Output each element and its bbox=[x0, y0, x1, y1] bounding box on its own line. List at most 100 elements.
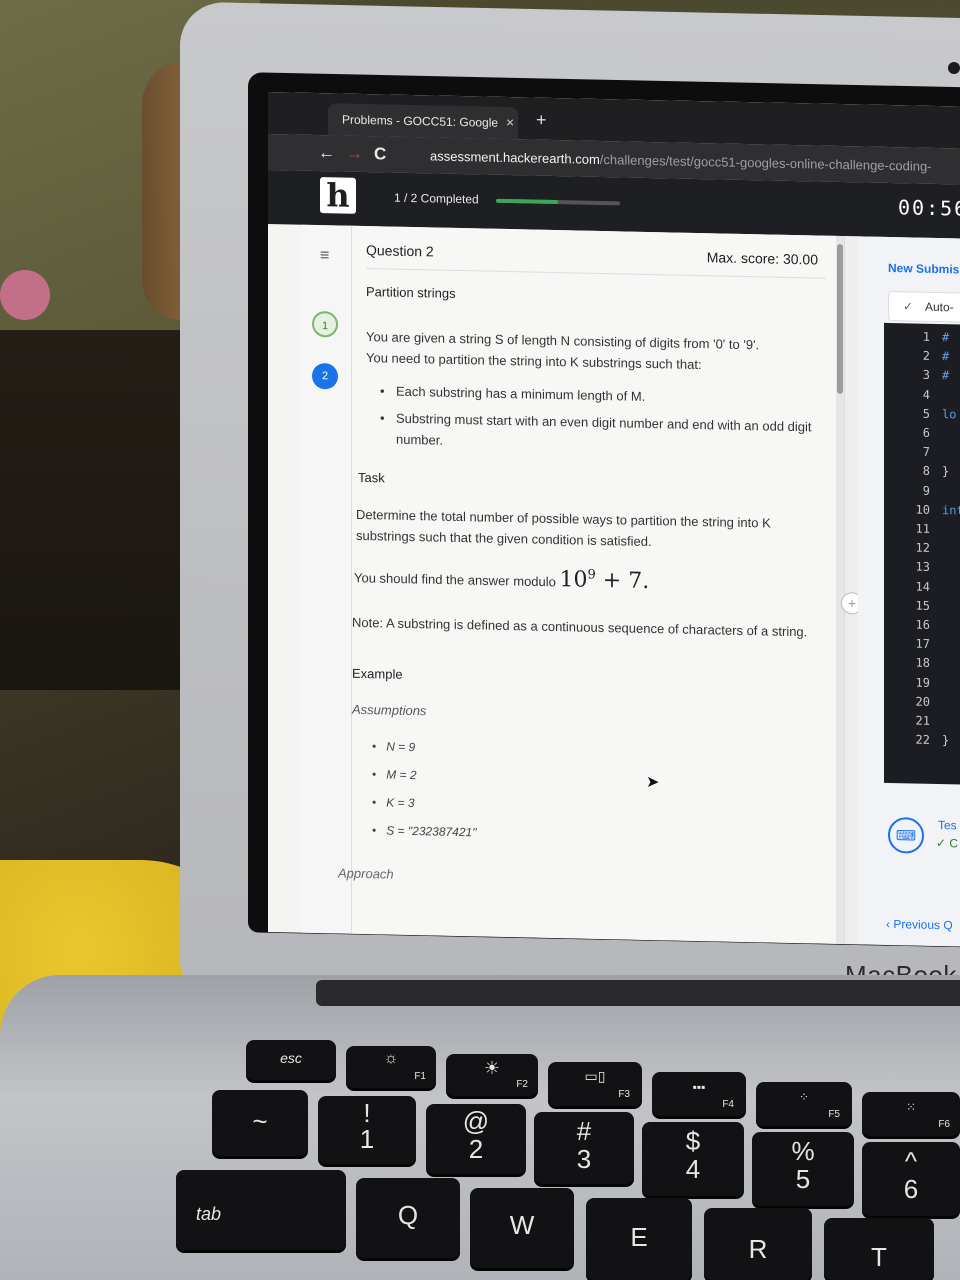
line-number: 17 bbox=[915, 636, 930, 652]
code-line[interactable]: } bbox=[942, 463, 960, 483]
line-numbers: 1 2 3 4 5 6 7 8 9 10 11 12 13 14 15 16 17 18 19 20 21 22 bbox=[894, 327, 930, 750]
problem-scrollbar[interactable] bbox=[836, 235, 844, 945]
key-t[interactable]: T bbox=[824, 1218, 934, 1280]
code-line[interactable] bbox=[942, 674, 960, 694]
editor-panel: New Submis ✓ Auto- 1 2 3 4 5 6 7 8 9 10 11 12 13 14 15… bbox=[858, 236, 960, 947]
key-1[interactable]: ! 1 bbox=[318, 1096, 416, 1164]
progress-bar bbox=[496, 198, 620, 206]
key-tilde[interactable]: ~ bbox=[212, 1090, 308, 1156]
modulo-formula: 109 + 7. bbox=[560, 567, 650, 594]
key-f5[interactable]: ⁘ F5 bbox=[756, 1082, 852, 1126]
key-r[interactable]: R bbox=[704, 1208, 812, 1280]
code-line[interactable] bbox=[942, 443, 960, 463]
line-number: 22 bbox=[915, 732, 930, 748]
modulo-line: You should find the answer modulo 109 + … bbox=[354, 560, 816, 598]
key-q[interactable]: Q bbox=[356, 1178, 460, 1258]
key-f6[interactable]: ⁙ F6 bbox=[862, 1092, 960, 1136]
autocomplete-label: Auto- bbox=[925, 299, 954, 315]
line-number: 15 bbox=[915, 598, 930, 613]
code-line[interactable] bbox=[942, 597, 960, 617]
key-3[interactable]: #3 bbox=[534, 1112, 634, 1184]
key-esc[interactable]: esc bbox=[246, 1040, 336, 1080]
code-line[interactable]: # bbox=[942, 367, 960, 387]
code-line[interactable] bbox=[942, 559, 960, 579]
question-2-badge[interactable]: 2 bbox=[312, 362, 338, 390]
test-label[interactable]: Tes bbox=[938, 818, 957, 832]
question-label: Question 2 bbox=[366, 242, 434, 260]
scroll-thumb[interactable] bbox=[837, 243, 843, 395]
address-bar[interactable]: assessment.hackerearth.com/challenges/te… bbox=[430, 148, 932, 174]
browser-tab-title: Problems - GOCC51: Google bbox=[342, 112, 499, 130]
modulo-rest: + 7. bbox=[602, 568, 650, 595]
assumption-item: M = 2 bbox=[372, 760, 476, 790]
back-arrow-icon[interactable]: ← bbox=[318, 143, 335, 163]
menu-icon[interactable]: ≡ bbox=[320, 247, 329, 265]
autocomplete-toggle[interactable]: ✓ Auto- bbox=[888, 290, 960, 323]
key-f1[interactable]: ☼ F1 bbox=[346, 1046, 436, 1088]
keyboard-light-down-icon: ⁘ bbox=[798, 1090, 810, 1104]
note-text: Note: A substring is defined as a contin… bbox=[352, 614, 808, 640]
previous-question-link[interactable]: ‹ Previous Q bbox=[886, 917, 953, 932]
terminal-icon[interactable]: ⌨ bbox=[888, 816, 924, 854]
modulo-text: You should find the answer modulo bbox=[354, 570, 556, 590]
assumptions-heading: Assumptions bbox=[352, 701, 427, 719]
code-line[interactable] bbox=[942, 539, 960, 559]
line-number: 21 bbox=[915, 713, 930, 728]
key-5[interactable]: % 5 bbox=[752, 1132, 854, 1206]
key-tab[interactable]: tab bbox=[176, 1170, 346, 1250]
code-line[interactable] bbox=[942, 424, 960, 444]
line-number: 3 bbox=[922, 368, 930, 383]
key-6[interactable]: ^ 6 bbox=[862, 1142, 960, 1216]
key-2[interactable]: @2 bbox=[426, 1104, 526, 1174]
browser-tab[interactable]: Problems - GOCC51: Google × bbox=[328, 103, 518, 140]
code-line[interactable] bbox=[942, 712, 960, 732]
approach-heading: Approach bbox=[338, 865, 394, 882]
code-line[interactable]: # bbox=[942, 328, 960, 348]
key-f4[interactable]: ▪▪▪ F4 bbox=[652, 1072, 746, 1116]
hackerearth-logo[interactable]: h bbox=[320, 176, 356, 215]
code-editor[interactable]: 1 2 3 4 5 6 7 8 9 10 11 12 13 14 15 16 17 18 19 20 21 22 # # # … bbox=[884, 322, 960, 785]
code-line[interactable] bbox=[942, 655, 960, 675]
question-1-badge[interactable]: 1 bbox=[312, 310, 338, 338]
line-number: 20 bbox=[915, 694, 930, 709]
line-number: 2 bbox=[922, 348, 930, 364]
laptop-hinge bbox=[316, 980, 960, 1006]
code-line[interactable]: lo bbox=[942, 405, 960, 425]
code-line[interactable] bbox=[942, 386, 960, 406]
new-submission-tab[interactable]: New Submis bbox=[888, 261, 959, 276]
task-text: Determine the total number of possible w… bbox=[356, 506, 771, 550]
code-content[interactable]: # # # lo } int } bbox=[942, 328, 960, 751]
brightness-up-icon: ☀ bbox=[483, 1058, 501, 1078]
progress-fill bbox=[496, 198, 558, 205]
new-tab-button[interactable]: + bbox=[536, 110, 547, 131]
line-number: 16 bbox=[915, 617, 930, 632]
key-4[interactable]: $4 bbox=[642, 1122, 744, 1196]
question-rail: ≡ 1 2 bbox=[302, 224, 352, 934]
line-number: 7 bbox=[922, 444, 930, 460]
reload-icon[interactable]: C bbox=[374, 144, 386, 164]
laptop-screen: Problems - GOCC51: Google × + ← → C asse… bbox=[268, 92, 960, 947]
line-number: 8 bbox=[922, 464, 930, 479]
forward-arrow-icon[interactable]: → bbox=[346, 144, 363, 164]
line-number: 11 bbox=[915, 521, 930, 536]
code-line[interactable] bbox=[942, 482, 960, 502]
modulo-exponent: 9 bbox=[587, 567, 596, 583]
line-number: 10 bbox=[915, 502, 930, 517]
code-line[interactable]: # bbox=[942, 347, 960, 367]
code-line[interactable] bbox=[942, 520, 960, 540]
code-line[interactable] bbox=[942, 693, 960, 713]
key-w[interactable]: W bbox=[470, 1188, 574, 1268]
key-e[interactable]: E bbox=[586, 1198, 692, 1280]
code-line[interactable] bbox=[942, 616, 960, 636]
key-f3[interactable]: ▭▯ F3 bbox=[548, 1062, 642, 1106]
close-icon[interactable]: × bbox=[506, 114, 514, 130]
launchpad-icon: ▪▪▪ bbox=[692, 1080, 706, 1094]
code-line[interactable] bbox=[942, 635, 960, 655]
example-heading: Example bbox=[352, 665, 403, 682]
assumption-item: S = "232387421" bbox=[372, 816, 476, 846]
pane-splitter[interactable]: + bbox=[841, 236, 863, 945]
code-line[interactable]: int bbox=[942, 501, 960, 521]
code-line[interactable] bbox=[942, 578, 960, 598]
code-line[interactable]: } bbox=[942, 731, 960, 751]
key-f2[interactable]: ☀ F2 bbox=[446, 1054, 538, 1096]
